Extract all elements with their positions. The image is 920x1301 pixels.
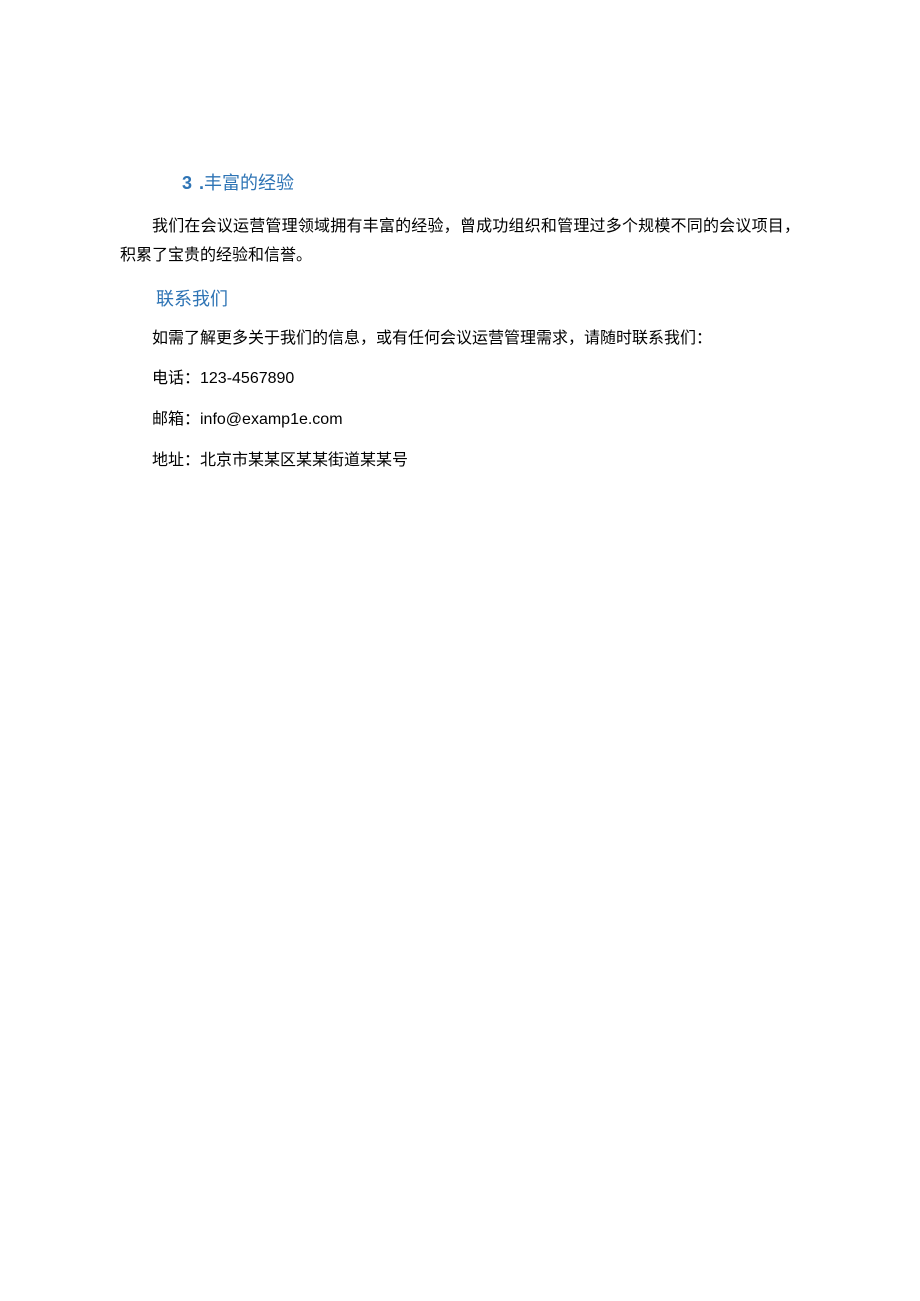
section-3-period: . <box>194 173 204 193</box>
contact-heading: 联系我们 <box>156 285 800 311</box>
section-3-heading: 3 .丰富的经验 <box>182 170 800 197</box>
contact-intro: 如需了解更多关于我们的信息，或有任何会议运营管理需求，请随时联系我们： <box>120 325 800 354</box>
section-3-number: 3 <box>182 173 194 193</box>
section-3-title: 丰富的经验 <box>204 173 294 193</box>
contact-phone: 电话：123-4567890 <box>120 365 800 394</box>
contact-email: 邮箱：info@examp1e.com <box>120 406 800 435</box>
document-content: 3 .丰富的经验 我们在会议运营管理领域拥有丰富的经验，曾成功组织和管理过多个规… <box>120 170 800 488</box>
section-3-body: 我们在会议运营管理领域拥有丰富的经验，曾成功组织和管理过多个规模不同的会议项目，… <box>120 213 800 271</box>
contact-address: 地址：北京市某某区某某街道某某号 <box>120 447 800 476</box>
